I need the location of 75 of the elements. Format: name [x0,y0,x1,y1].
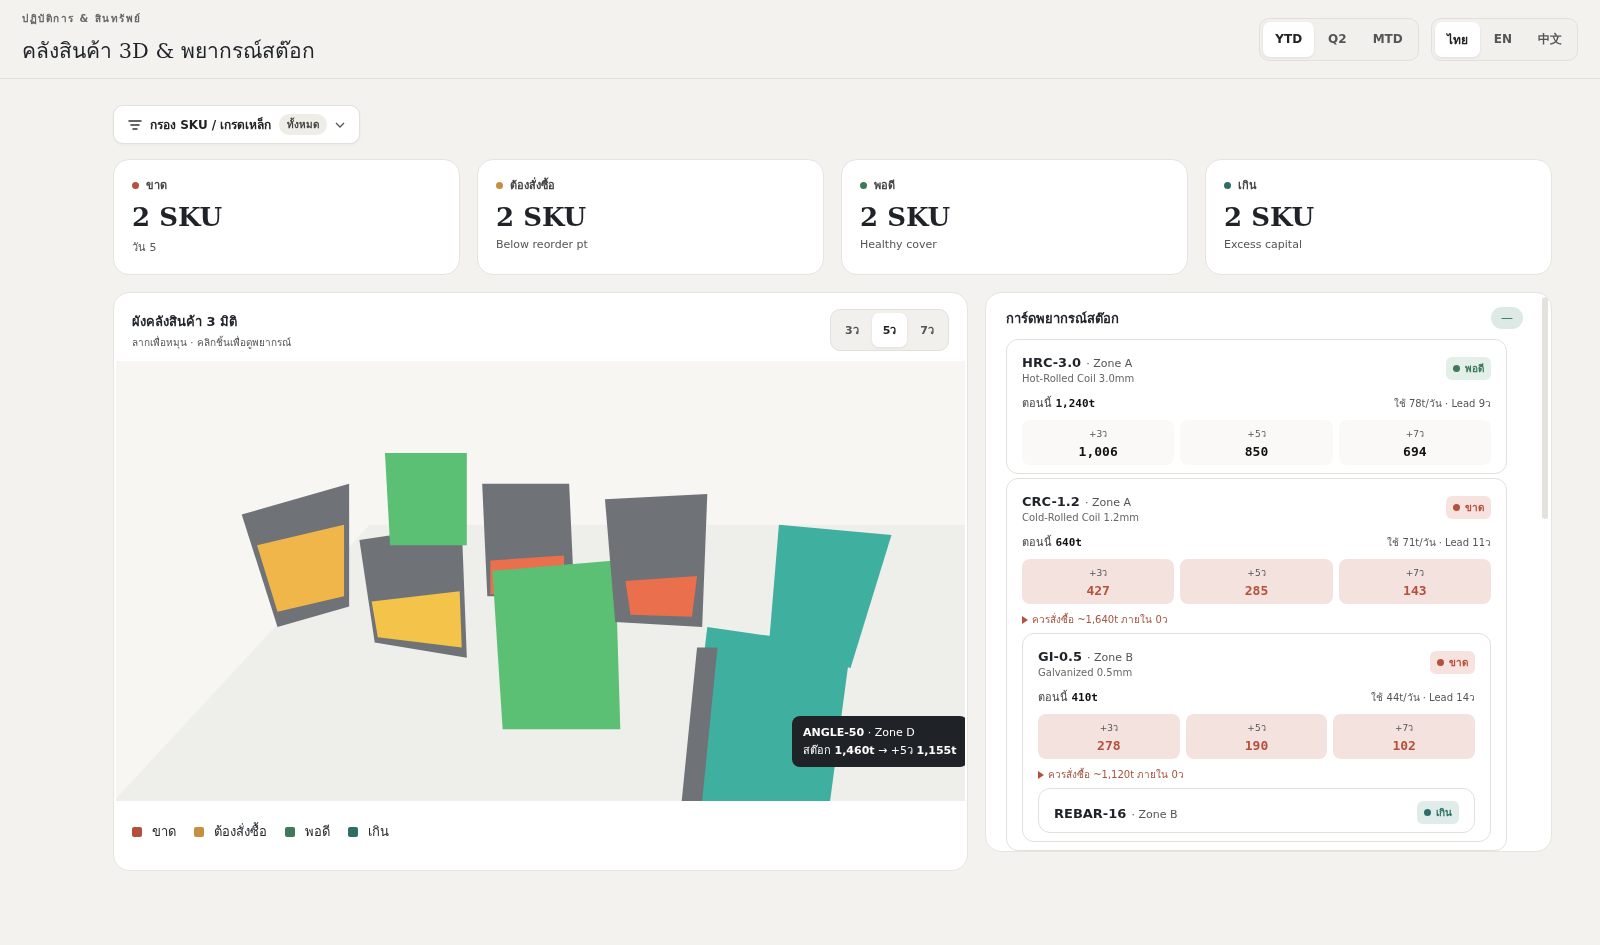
sku-code: CRC-1.2 [1022,494,1080,509]
kpi-note: Below reorder pt [496,238,589,251]
product-name: Cold-Rolled Coil 1.2mm [1022,512,1139,523]
period-tab[interactable]: MTD [1360,21,1415,57]
current-stock: ตอนนี้ 640t [1022,534,1082,551]
page-title: คลังสินค้า 3D & พยากรณ์สต๊อก [22,38,315,65]
kpi-label: ขาด [146,178,167,194]
forecast-card[interactable]: GI-0.5 · Zone B Galvanized 0.5mm ขาด ตอนนี้ 410t ใช้ 44t/วัน · Lead 14ว +3ว 278 +5ว 190 +7ว 102 ควรสั่งซื้อ ~1,120t ภายใน 0ว REBAR-16 · Zone B เกิน [1022,633,1491,842]
kpi-label: ต้องสั่งซื้อ [510,176,555,194]
forecast-cell: +3ว 1,006 [1022,420,1175,465]
forecast-cell: +7ว 143 [1338,559,1491,604]
horizon-tab[interactable]: 7ว [909,313,945,347]
language-tab[interactable]: EN [1481,21,1524,57]
sku-code: HRC-3.0 [1022,355,1082,370]
kpi-note: Excess capital [1224,238,1303,251]
kpi-value: 2 SKU [1224,202,1316,232]
filter-icon [128,118,142,131]
horizon-tab[interactable]: 3ว [834,313,870,347]
current-stock: ตอนนี้ 410t [1038,689,1098,706]
reorder-note: ควรสั่งซื้อ ~1,120t ภายใน 0ว [1038,767,1475,782]
kpi-label: เกิน [1238,178,1257,194]
zone-label: · Zone B [1131,808,1178,821]
collapse-button[interactable]: — [1491,307,1523,329]
status-badge: เกิน [1417,801,1459,824]
kpi-note: Healthy cover [860,238,938,251]
zone-label: · Zone A [1084,496,1131,509]
zone-label: · Zone B [1087,651,1134,664]
legend-label: ขาด [152,823,176,841]
triangle-icon [1022,615,1028,624]
horizon-tab[interactable]: 5ว [871,313,908,347]
filter-dropdown[interactable]: กรอง SKU / เกรดเหล็ก ทั้งหมด [113,105,361,144]
sku-code: GI-0.5 [1038,649,1082,664]
forecast-cell: +5ว 850 [1180,420,1333,465]
status-badge: ขาด [1446,495,1491,519]
product-name: Galvanized 0.5mm [1038,667,1134,678]
product-name: Hot-Rolled Coil 3.0mm [1022,373,1135,384]
legend-label: พอดี [305,823,330,841]
forecast-cell: +5ว 285 [1180,559,1333,604]
forecast-cell: +7ว 694 [1338,420,1491,465]
kpi-value: 2 SKU [132,202,224,232]
panel-title: ผังคลังสินค้า 3 มิติ [132,312,239,331]
forecast-cell: +3ว 278 [1038,714,1180,759]
scrollbar[interactable] [1542,297,1548,519]
forecast-card[interactable]: HRC-3.0 · Zone A Hot-Rolled Coil 3.0mm พอดี ตอนนี้ 1,240t ใช้ 78t/วัน · Lead 9ว +3ว 1,006 +5ว 850 +7ว 694 [1006,339,1507,474]
language-tab[interactable]: ไทย [1434,21,1480,57]
tooltip: ANGLE-50 · Zone D สต๊อก 1,460t → +5ว 1,155t [792,716,965,768]
language-tab[interactable]: 中文 [1526,21,1574,57]
sku-code: REBAR-16 [1054,806,1127,821]
chevron-down-icon [335,121,346,128]
period-tab[interactable]: YTD [1263,21,1315,57]
panel-title: การ์ดพยากรณ์สต๊อก [1006,309,1119,328]
kpi-value: 2 SKU [860,202,952,232]
forecast-card[interactable]: REBAR-16 · Zone B เกิน [1038,788,1475,833]
usage-lead-text: ใช้ 44t/วัน · Lead 14ว [1371,690,1475,705]
reorder-note: ควรสั่งซื้อ ~1,640t ภายใน 0ว [1022,612,1491,627]
legend-label: เกิน [368,823,389,841]
triangle-icon [1038,770,1044,779]
forecast-cell: +3ว 427 [1022,559,1175,604]
panel-subtitle: ลากเพื่อหมุน · คลิกชิ้นเพื่อดูพยากรณ์ [132,334,291,350]
period-tab[interactable]: Q2 [1316,21,1359,57]
legend-label: ต้องสั่งซื้อ [214,821,267,841]
kpi-value: 2 SKU [496,202,588,232]
forecast-cell: +5ว 190 [1185,714,1328,759]
forecast-cell: +7ว 102 [1333,714,1475,759]
status-badge: ขาด [1430,650,1475,674]
filter-value-chip: ทั้งหมด [279,114,328,135]
usage-lead-text: ใช้ 78t/วัน · Lead 9ว [1393,396,1491,411]
status-badge: พอดี [1446,356,1491,380]
zone-label: · Zone A [1086,357,1133,370]
current-stock: ตอนนี้ 1,240t [1022,395,1096,412]
usage-lead-text: ใช้ 71t/วัน · Lead 11ว [1387,535,1491,550]
kpi-label: พอดี [874,178,895,194]
section-eyebrow: ปฏิบัติการ & สินทรัพย์ [22,12,143,26]
kpi-note: วัน 5 [132,240,158,256]
forecast-card[interactable] [1006,478,1507,851]
